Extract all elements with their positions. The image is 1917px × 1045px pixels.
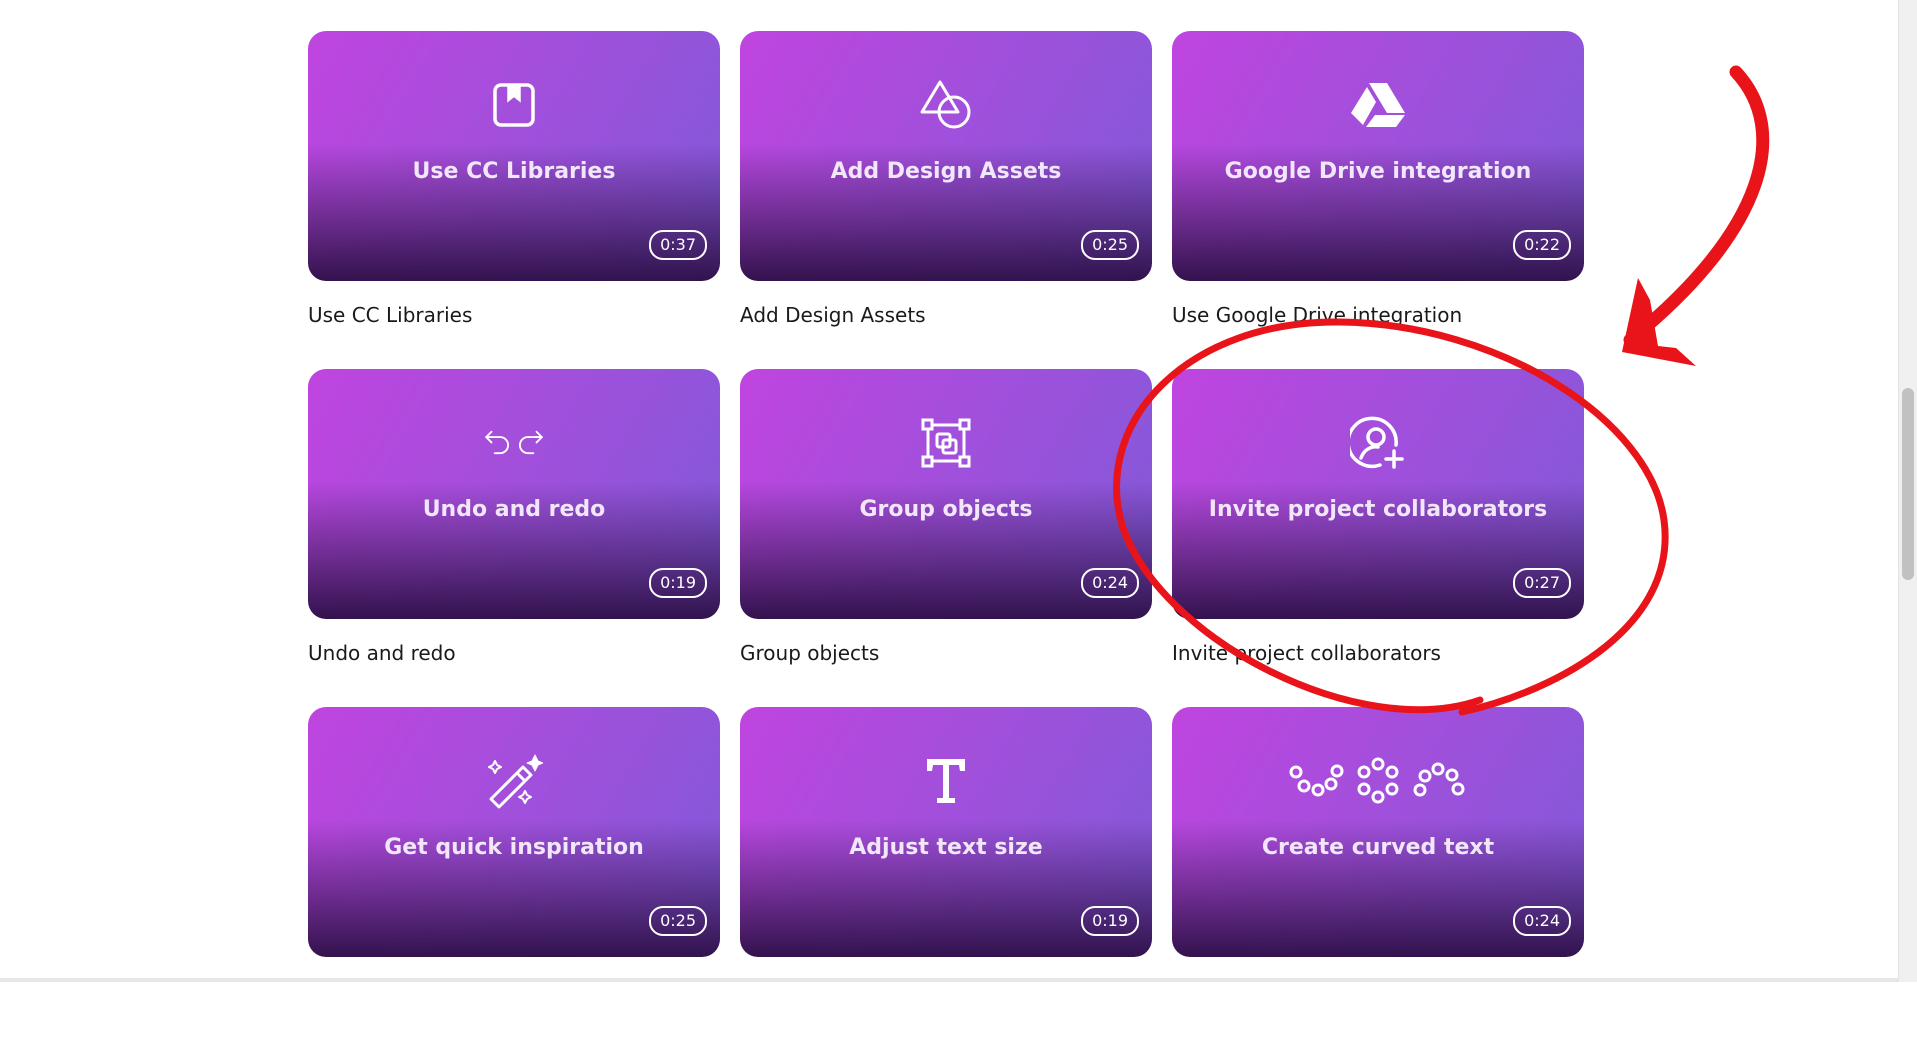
tutorial-tile: Group objects 0:24 Group objects (740, 369, 1152, 707)
duration-badge: 0:19 (649, 568, 707, 598)
tutorial-card-quick-inspiration[interactable]: Get quick inspiration 0:25 (308, 707, 720, 957)
tutorial-card-google-drive[interactable]: Google Drive integration 0:22 (1172, 31, 1584, 281)
card-title: Adjust text size (849, 835, 1043, 860)
tutorial-card-adjust-text-size[interactable]: Adjust text size 0:19 (740, 707, 1152, 957)
tutorial-tile: Add Design Assets 0:25 Add Design Assets (740, 31, 1152, 369)
tutorial-card-add-design-assets[interactable]: Add Design Assets 0:25 (740, 31, 1152, 281)
tutorial-tile: Invite project collaborators 0:27 Invite… (1172, 369, 1584, 707)
duration-badge: 0:22 (1513, 230, 1571, 260)
tutorial-caption[interactable]: Add Design Assets (740, 303, 926, 327)
duration-badge: 0:19 (1081, 906, 1139, 936)
tutorial-tile: Adjust text size 0:19 (740, 707, 1152, 1045)
text-icon (916, 751, 976, 811)
card-title: Add Design Assets (830, 159, 1062, 184)
vertical-scrollbar[interactable] (1898, 0, 1917, 982)
tutorial-card-group-objects[interactable]: Group objects 0:24 (740, 369, 1152, 619)
google-drive-icon (1348, 75, 1408, 135)
duration-badge: 0:24 (1513, 906, 1571, 936)
tutorial-card-use-cc-libraries[interactable]: Use CC Libraries 0:37 (308, 31, 720, 281)
add-user-icon (1348, 413, 1408, 473)
tutorial-tile: Get quick inspiration 0:25 (308, 707, 720, 1045)
tutorials-grid: Use CC Libraries 0:37 Use CC Libraries A… (308, 31, 1584, 1045)
magic-wand-icon (484, 751, 544, 811)
card-title: Group objects (859, 497, 1033, 522)
tutorial-caption[interactable]: Group objects (740, 641, 879, 665)
card-title: Create curved text (1261, 835, 1495, 860)
tutorial-tile: Undo and redo 0:19 Undo and redo (308, 369, 720, 707)
shapes-icon (916, 75, 976, 135)
tutorial-card-invite-collaborators[interactable]: Invite project collaborators 0:27 (1172, 369, 1584, 619)
duration-badge: 0:24 (1081, 568, 1139, 598)
tutorial-caption[interactable]: Undo and redo (308, 641, 456, 665)
annotation-arrow-head (1622, 278, 1696, 366)
tutorial-tile: Use CC Libraries 0:37 Use CC Libraries (308, 31, 720, 369)
card-title: Invite project collaborators (1208, 497, 1548, 522)
card-title: Undo and redo (422, 497, 606, 522)
card-title: Get quick inspiration (384, 835, 644, 860)
tutorial-card-undo-redo[interactable]: Undo and redo 0:19 (308, 369, 720, 619)
duration-badge: 0:27 (1513, 568, 1571, 598)
tutorial-tile: Create curved text 0:24 (1172, 707, 1584, 1045)
book-icon (484, 75, 544, 135)
tutorial-caption[interactable]: Invite project collaborators (1172, 641, 1441, 665)
scrollbar-thumb[interactable] (1902, 388, 1914, 580)
tutorial-caption[interactable]: Use CC Libraries (308, 303, 472, 327)
card-title: Google Drive integration (1224, 159, 1532, 184)
duration-badge: 0:25 (649, 906, 707, 936)
duration-badge: 0:25 (1081, 230, 1139, 260)
curved-text-icon (1288, 751, 1468, 811)
annotation-arrow-shaft (1623, 65, 1770, 347)
undo-redo-icon (484, 413, 544, 473)
horizontal-scrollbar[interactable] (0, 978, 1899, 982)
tutorial-caption[interactable]: Use Google Drive integration (1172, 303, 1462, 327)
duration-badge: 0:37 (649, 230, 707, 260)
tutorial-card-curved-text[interactable]: Create curved text 0:24 (1172, 707, 1584, 957)
card-title: Use CC Libraries (412, 159, 616, 184)
tutorial-tile: Google Drive integration 0:22 Use Google… (1172, 31, 1584, 369)
group-objects-icon (916, 413, 976, 473)
